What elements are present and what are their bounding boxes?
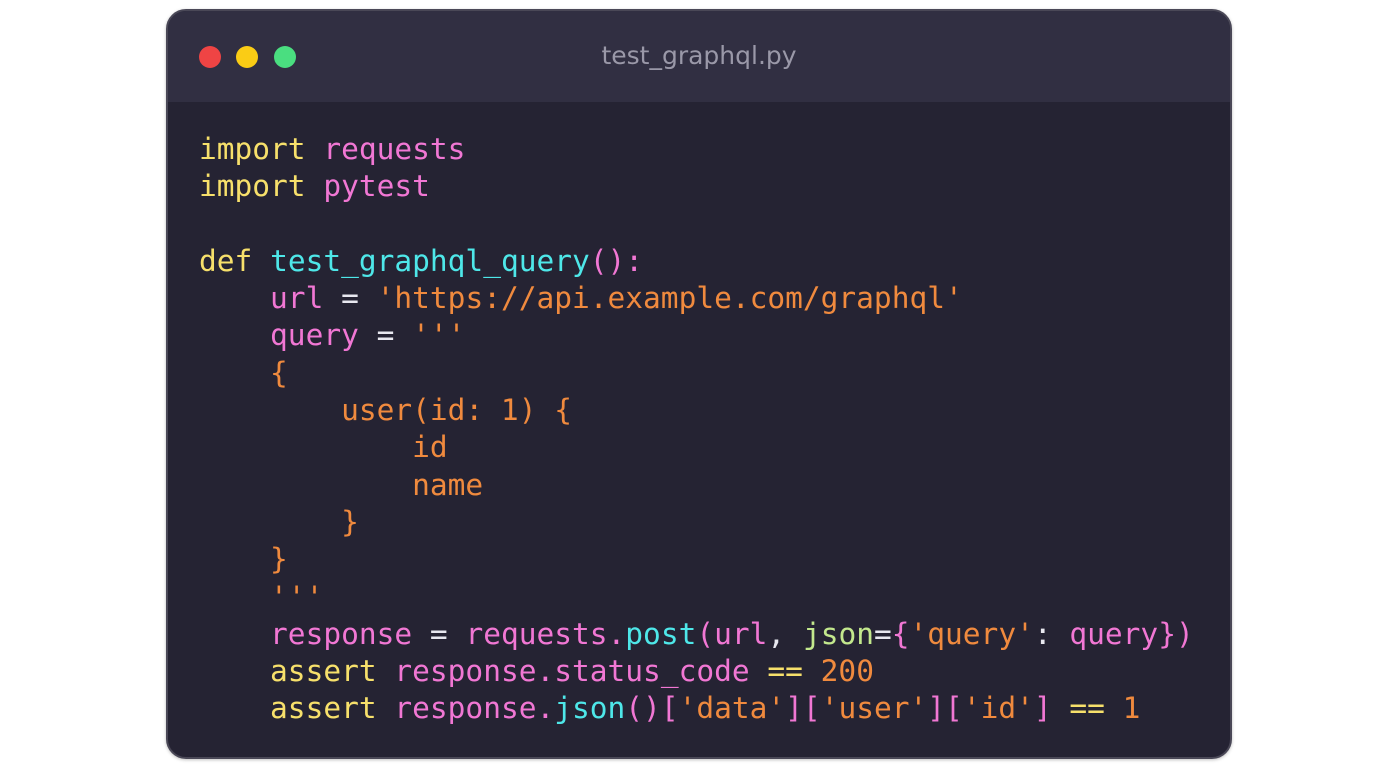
code-token: 'data' xyxy=(678,691,786,726)
code-token: requests xyxy=(465,616,608,651)
code-token: id xyxy=(199,430,448,465)
code-line: response = requests.post(url, json={'que… xyxy=(199,616,1194,653)
code-token: json xyxy=(554,691,626,726)
code-token: ''' xyxy=(412,318,466,353)
code-line: assert response.status_code == 200 xyxy=(199,653,1194,690)
code-token: = xyxy=(873,616,892,651)
code-line: user(id: 1) { xyxy=(199,392,1194,429)
code-token: import xyxy=(199,169,306,204)
code-line: assert response.json()['data']['user']['… xyxy=(199,690,1194,727)
code-line: def test_graphql_query(): xyxy=(199,243,1194,280)
code-token: 'id' xyxy=(962,691,1034,726)
code-token: ] xyxy=(1033,691,1052,726)
code-line: } xyxy=(199,541,1194,578)
code-token: { xyxy=(199,355,288,390)
code-line: import requests xyxy=(199,131,1194,168)
window-title: test_graphql.py xyxy=(601,41,797,70)
code-token: 'https://api.example.com/graphql' xyxy=(376,281,963,316)
code-token: assert xyxy=(270,654,377,689)
code-line: ''' xyxy=(199,579,1194,616)
code-line: name xyxy=(199,467,1194,504)
code-token: response xyxy=(394,691,537,726)
code-token: status_code xyxy=(554,654,750,689)
code-token: 1 xyxy=(1122,691,1141,726)
code-token: . xyxy=(607,616,626,651)
code-token: test_graphql_query xyxy=(270,243,590,278)
code-token: (): xyxy=(589,243,644,278)
code-token: = xyxy=(323,281,377,316)
code-token: }) xyxy=(1158,616,1194,651)
code-token: } xyxy=(199,542,288,577)
code-token: . xyxy=(536,691,555,726)
code-token: ''' xyxy=(199,579,324,614)
code-token: json xyxy=(802,616,874,651)
code-token: 'user' xyxy=(820,691,928,726)
code-token: } xyxy=(199,504,359,539)
code-token: name xyxy=(199,467,484,502)
code-line: query = ''' xyxy=(199,317,1194,354)
code-line: url = 'https://api.example.com/graphql' xyxy=(199,280,1194,317)
code-token: def xyxy=(199,243,253,278)
code-token: import xyxy=(199,132,306,166)
code-token: = xyxy=(412,616,466,651)
code-token: response xyxy=(394,654,537,689)
code-token: query xyxy=(1069,616,1159,651)
code-token: == xyxy=(1051,691,1123,726)
code-token: 200 xyxy=(820,654,874,689)
code-token: 'query' xyxy=(909,616,1034,651)
code-line: import pytest xyxy=(199,168,1194,205)
code-token: response xyxy=(270,616,413,651)
code-token: url xyxy=(714,616,768,651)
code-token: , xyxy=(767,616,803,651)
code-token: { xyxy=(891,616,910,651)
code-token: ][ xyxy=(785,691,821,726)
code-block: import requests import pytest def test_gra… xyxy=(199,131,1194,728)
code-token: pytest xyxy=(323,169,430,204)
code-token: = xyxy=(358,318,413,353)
code-token: query xyxy=(270,318,359,353)
code-token: : xyxy=(1033,616,1070,651)
code-line: } xyxy=(199,504,1194,541)
code-window: test_graphql.py import requests import py… xyxy=(166,9,1232,759)
code-token: user(id: 1) { xyxy=(199,393,572,428)
code-line: { xyxy=(199,355,1194,392)
code-token: ( xyxy=(696,616,715,651)
code-token: assert xyxy=(270,691,377,726)
title-bar: test_graphql.py xyxy=(168,11,1230,102)
code-token: . xyxy=(536,654,555,689)
code-token: ][ xyxy=(927,691,963,726)
code-token: url xyxy=(270,281,324,316)
code-token: == xyxy=(749,654,821,689)
code-line: id xyxy=(199,429,1194,466)
code-token: post xyxy=(625,616,697,651)
code-token: requests xyxy=(323,132,466,166)
code-token: ()[ xyxy=(625,691,679,726)
